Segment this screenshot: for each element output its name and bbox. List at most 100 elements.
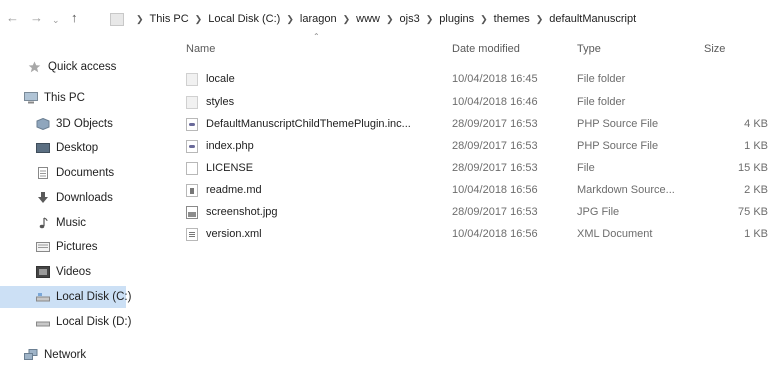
file-type: File: [577, 162, 595, 174]
music-icon: [36, 217, 50, 229]
column-header-size[interactable]: Size: [704, 43, 725, 55]
file-name-cell: locale: [176, 68, 444, 90]
breadcrumb-separator-icon[interactable]: ❯: [426, 14, 434, 25]
file-date: 10/04/2018 16:45: [452, 73, 538, 85]
breadcrumb-laragon[interactable]: laragon: [300, 13, 337, 25]
document-icon: [36, 167, 50, 179]
sidebar-item-label: Local Disk (C:): [56, 291, 132, 303]
breadcrumb-separator-icon[interactable]: ❯: [195, 14, 203, 25]
sidebar-item-music[interactable]: Music: [0, 212, 124, 234]
sidebar-item-quick-access[interactable]: Quick access: [0, 56, 132, 78]
file-name-cell: LICENSE: [176, 157, 444, 179]
sidebar-item-label: Music: [56, 217, 87, 229]
file-name: index.php: [206, 140, 254, 152]
up-arrow-icon[interactable]: ↑: [71, 11, 78, 25]
video-icon: [36, 266, 50, 278]
drive-icon: [36, 291, 50, 303]
sidebar-item-local-disk-c[interactable]: Local Disk (C:): [0, 286, 131, 308]
file-type: XML Document: [577, 228, 653, 240]
forward-arrow-icon[interactable]: →: [30, 11, 43, 25]
desktop-icon: [36, 142, 50, 154]
column-header-type[interactable]: Type: [577, 43, 601, 55]
file-row[interactable]: version.xml 10/04/2018 16:56 XML Documen…: [176, 223, 768, 245]
file-icon: [186, 161, 198, 175]
sidebar-item-pictures[interactable]: Pictures: [0, 236, 124, 258]
network-icon: [24, 349, 38, 361]
sidebar-item-label: Videos: [56, 266, 91, 278]
pictures-icon: [36, 241, 50, 253]
download-icon: [36, 192, 50, 204]
sidebar-item-label: Quick access: [48, 61, 117, 73]
sidebar-item-label: Downloads: [56, 192, 113, 204]
file-name-cell: screenshot.jpg: [176, 201, 444, 223]
sidebar-item-3d-objects[interactable]: 3D Objects: [0, 113, 124, 135]
breadcrumb-ojs3[interactable]: ojs3: [400, 13, 420, 25]
sidebar-item-network[interactable]: Network: [0, 344, 136, 366]
file-date: 28/09/2017 16:53: [452, 118, 538, 130]
markdown-file-icon: [186, 183, 198, 197]
file-date: 10/04/2018 16:46: [452, 96, 538, 108]
file-type: Markdown Source...: [577, 184, 675, 196]
breadcrumb-www[interactable]: www: [356, 13, 380, 25]
file-row[interactable]: readme.md 10/04/2018 16:56 Markdown Sour…: [176, 179, 768, 201]
location-icon: [110, 12, 124, 26]
cube-icon: [36, 117, 50, 131]
breadcrumb-separator-icon[interactable]: ❯: [480, 14, 488, 25]
php-file-icon: [186, 139, 198, 153]
breadcrumb-separator-icon[interactable]: ❯: [136, 14, 144, 25]
file-name-cell: version.xml: [176, 223, 444, 245]
breadcrumb-defaultmanuscript[interactable]: defaultManuscript: [549, 13, 636, 25]
sidebar-item-label: Network: [44, 349, 87, 361]
php-file-icon: [186, 117, 198, 131]
breadcrumb-themes[interactable]: themes: [494, 13, 530, 25]
address-bar-area: ← → ⌄ ↑ ❯ This PC ❯ Local Disk (C:) ❯ la…: [0, 0, 768, 36]
breadcrumb-this-pc[interactable]: This PC: [150, 13, 189, 25]
file-name: version.xml: [206, 228, 262, 240]
file-type: JPG File: [577, 206, 620, 218]
file-row[interactable]: screenshot.jpg 28/09/2017 16:53 JPG File…: [176, 201, 768, 223]
navigation-pane: Quick access This PC 3D Objects Desktop …: [0, 36, 160, 365]
image-file-icon: [186, 205, 198, 219]
file-size: 1 KB: [744, 228, 768, 240]
file-name: readme.md: [206, 184, 262, 196]
file-date: 28/09/2017 16:53: [452, 206, 538, 218]
sidebar-item-documents[interactable]: Documents: [0, 162, 124, 184]
column-header-date-modified[interactable]: Date modified: [452, 43, 520, 55]
file-name: DefaultManuscriptChildThemePlugin.inc...: [206, 118, 411, 130]
file-name: locale: [206, 73, 235, 85]
breadcrumb-separator-icon[interactable]: ❯: [386, 14, 394, 25]
recent-locations-chevron-icon[interactable]: ⌄: [52, 13, 60, 27]
sidebar-item-label: Pictures: [56, 241, 98, 253]
breadcrumb-separator-icon[interactable]: ❯: [343, 14, 351, 25]
file-date: 10/04/2018 16:56: [452, 184, 538, 196]
file-row[interactable]: locale 10/04/2018 16:45 File folder: [176, 68, 768, 90]
sidebar-item-this-pc[interactable]: This PC: [0, 87, 136, 109]
back-arrow-icon[interactable]: ←: [6, 11, 19, 25]
sidebar-item-downloads[interactable]: Downloads: [0, 187, 124, 209]
file-name-cell: readme.md: [176, 179, 444, 201]
file-row[interactable]: index.php 28/09/2017 16:53 PHP Source Fi…: [176, 135, 768, 157]
file-type: File folder: [577, 73, 626, 85]
file-type: PHP Source File: [577, 118, 659, 130]
address-bar[interactable]: ❯ This PC ❯ Local Disk (C:) ❯ laragon ❯ …: [110, 10, 768, 28]
sidebar-item-label: Desktop: [56, 142, 99, 154]
file-row[interactable]: styles 10/04/2018 16:46 File folder: [176, 91, 768, 113]
sidebar-item-label: This PC: [44, 92, 85, 104]
sidebar-item-local-disk-d[interactable]: Local Disk (D:): [0, 311, 131, 333]
file-type: PHP Source File: [577, 140, 659, 152]
computer-icon: [24, 92, 38, 104]
breadcrumb-separator-icon[interactable]: ❯: [536, 14, 544, 25]
xml-file-icon: [186, 227, 198, 241]
breadcrumb-plugins[interactable]: plugins: [439, 13, 474, 25]
file-size: 2 KB: [744, 184, 768, 196]
file-row[interactable]: LICENSE 28/09/2017 16:53 File 15 KB: [176, 157, 768, 179]
file-row[interactable]: DefaultManuscriptChildThemePlugin.inc...…: [176, 113, 768, 135]
file-name: styles: [206, 96, 235, 108]
file-size: 4 KB: [744, 118, 768, 130]
sidebar-item-videos[interactable]: Videos: [0, 261, 124, 283]
folder-icon: [186, 72, 198, 86]
breadcrumb-separator-icon[interactable]: ❯: [286, 14, 294, 25]
column-header-name[interactable]: Name: [186, 43, 215, 55]
breadcrumb-local-disk-c[interactable]: Local Disk (C:): [208, 13, 280, 25]
sidebar-item-desktop[interactable]: Desktop: [0, 137, 124, 159]
